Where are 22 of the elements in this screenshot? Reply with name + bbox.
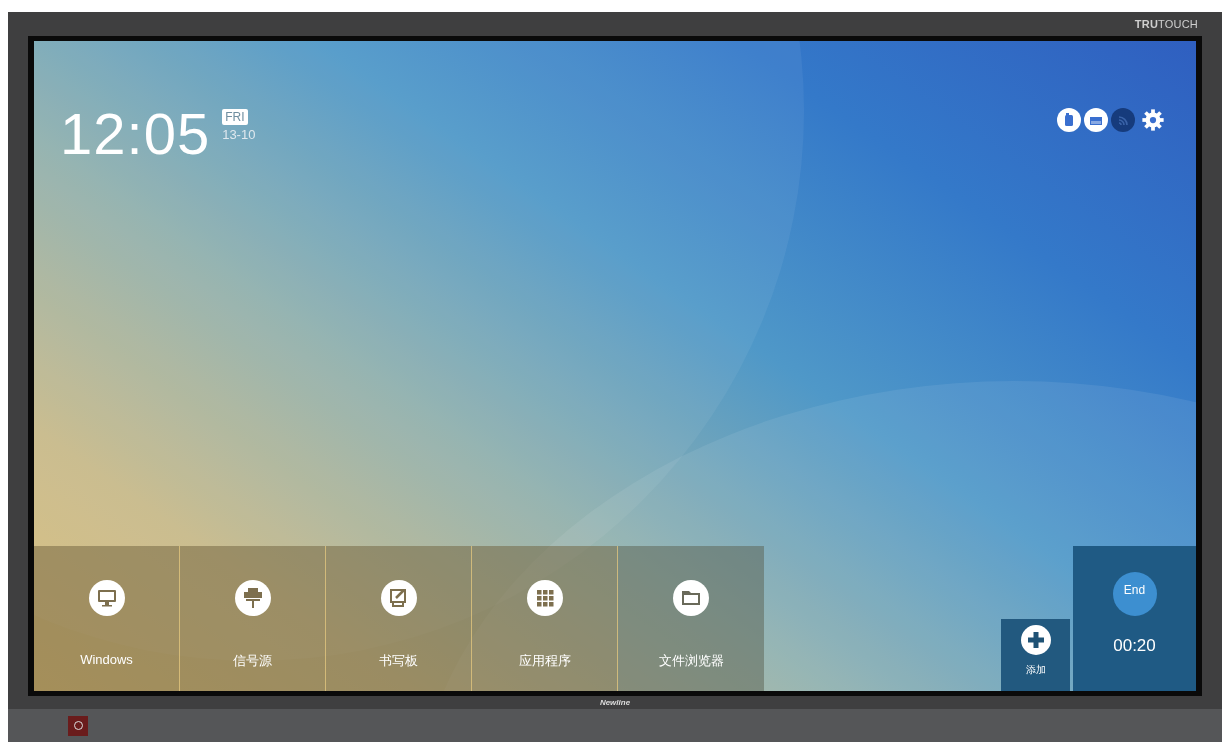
app-tile[interactable]: 书写板 xyxy=(326,546,472,691)
whiteboard-icon xyxy=(380,580,417,616)
brand-logo: TRUTOUCH xyxy=(1134,18,1198,30)
folder-icon xyxy=(673,580,709,616)
input-source-icon xyxy=(234,580,271,616)
app-tile[interactable]: Windows xyxy=(34,546,180,691)
app-tile[interactable]: 文件浏览器 xyxy=(618,546,764,691)
clock-time: 12:05 xyxy=(60,105,211,163)
power-button[interactable] xyxy=(68,715,88,736)
plus-icon xyxy=(1020,625,1051,655)
grid-icon xyxy=(526,580,563,616)
add-tile[interactable]: 添加 xyxy=(1001,619,1070,691)
end-button[interactable]: End xyxy=(1112,572,1157,616)
app-tile[interactable]: 信号源 xyxy=(180,546,326,691)
elapsed-time: 00:20 xyxy=(1113,636,1156,656)
clock-date: 13-10 xyxy=(222,127,256,142)
app-tile[interactable]: 应用程序 xyxy=(472,546,618,691)
usb-icon[interactable] xyxy=(1057,108,1081,132)
bezel-logo: Newline xyxy=(599,698,631,707)
monitor-icon xyxy=(88,580,125,616)
ethernet-icon[interactable] xyxy=(1084,108,1108,132)
weekday-badge: FRI xyxy=(222,109,248,125)
